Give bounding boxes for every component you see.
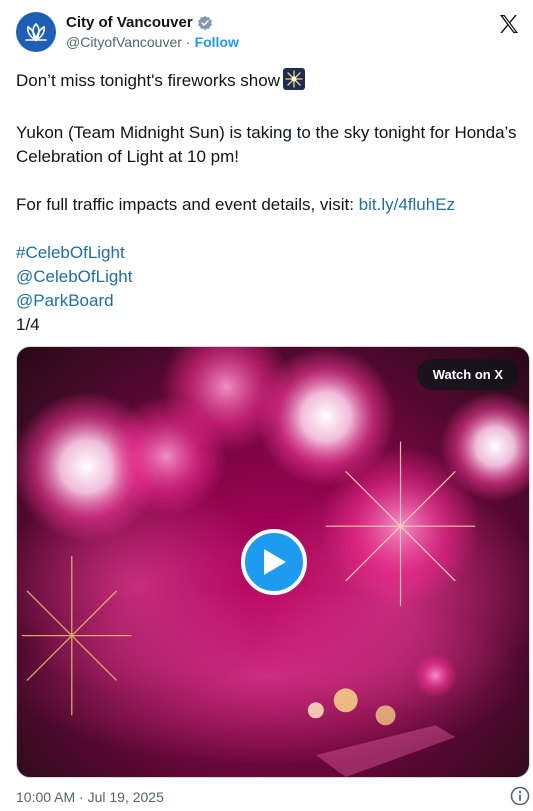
tweet-text: Don’t miss tonight's fireworks show Yuko…	[16, 68, 521, 337]
sparkler-emoji-icon	[283, 68, 305, 97]
tweet-header: City of Vancouver @CityofVancouver · Fol…	[16, 12, 521, 56]
follow-button[interactable]: Follow	[195, 34, 239, 50]
play-button[interactable]	[241, 529, 307, 595]
tweet-line-2: Yukon (Team Midnight Sun) is taking to t…	[16, 123, 517, 166]
timestamp[interactable]: 10:00 AM · Jul 19, 2025	[16, 789, 164, 805]
author-handle[interactable]: @CityofVancouver	[66, 34, 182, 50]
flower-logo-icon	[25, 22, 47, 42]
tweet-line-3: For full traffic impacts and event detai…	[16, 195, 359, 214]
tweet-line-1: Don’t miss tonight's fireworks show	[16, 71, 280, 90]
watch-on-x-button[interactable]: Watch on X	[416, 359, 519, 390]
verified-badge-icon	[197, 15, 212, 30]
event-details-link[interactable]: bit.ly/4fluhEz	[359, 195, 455, 214]
mention-celeboflight[interactable]: @CelebOfLight	[16, 267, 133, 286]
author-block: City of Vancouver @CityofVancouver · Fol…	[66, 14, 239, 50]
fireworks-video[interactable]: Watch on X	[16, 346, 530, 778]
mention-parkboard[interactable]: @ParkBoard	[16, 291, 114, 310]
author-display-name[interactable]: City of Vancouver	[66, 14, 193, 31]
avatar[interactable]	[16, 12, 56, 52]
info-icon[interactable]	[510, 786, 530, 806]
separator-dot: ·	[185, 34, 191, 50]
tweet-footer: 10:00 AM · Jul 19, 2025	[16, 786, 530, 806]
x-logo-icon[interactable]	[497, 12, 521, 36]
hashtag-celeboflight[interactable]: #CelebOfLight	[16, 243, 125, 262]
thread-counter: 1/4	[16, 315, 40, 334]
play-icon	[264, 549, 286, 575]
